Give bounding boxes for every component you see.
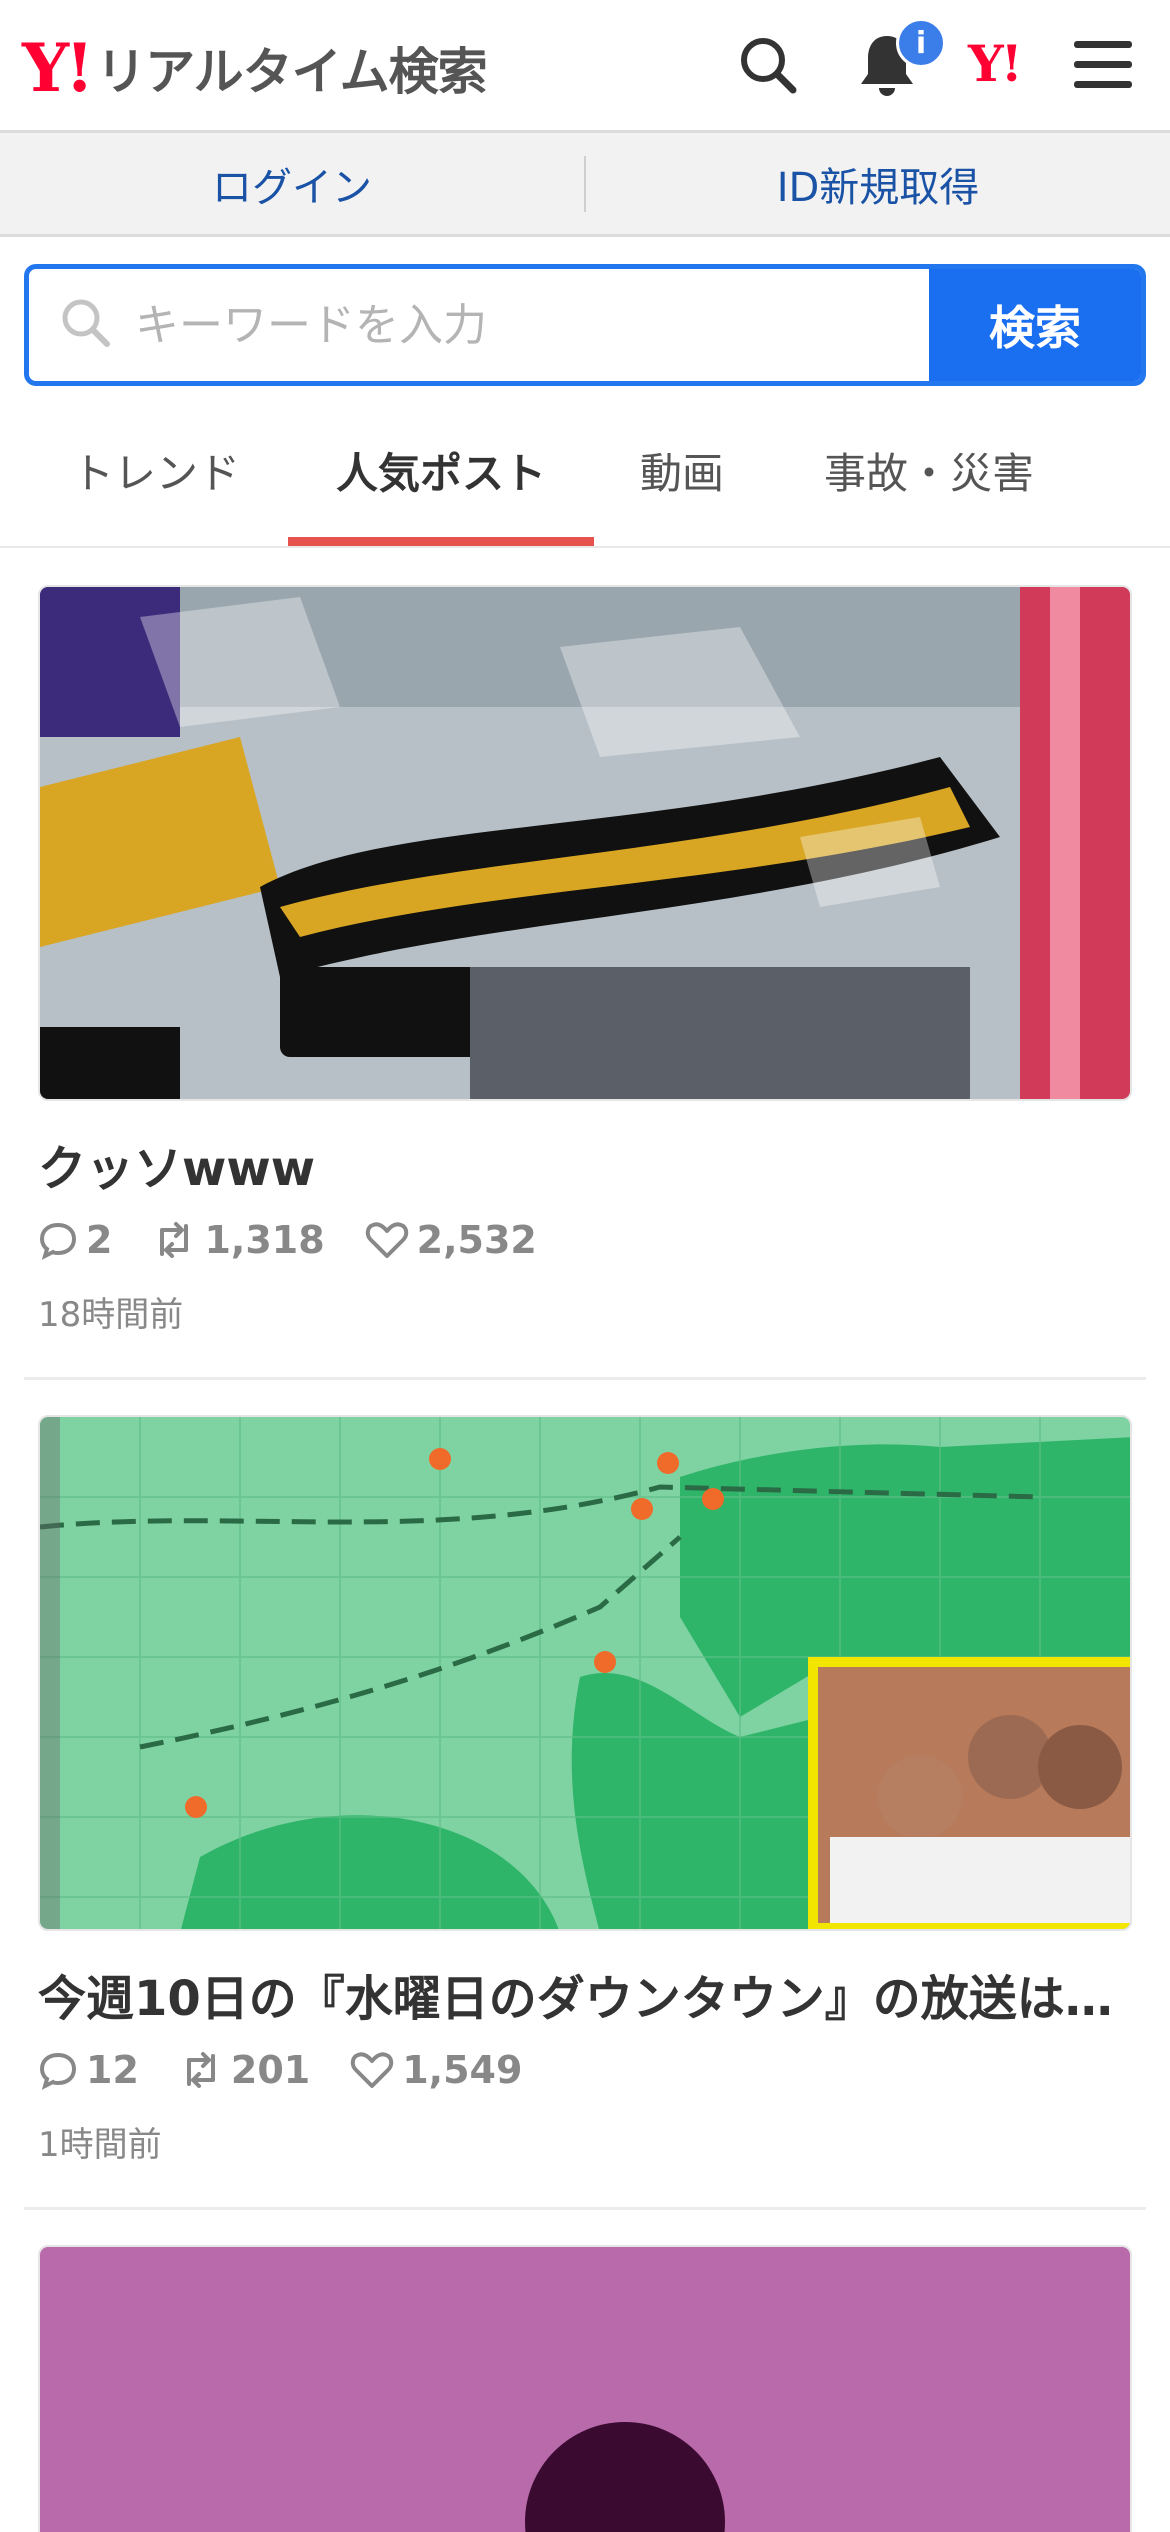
card-divider [24, 2207, 1146, 2210]
search-field[interactable] [29, 269, 929, 381]
register-link[interactable]: ID新規取得 [586, 155, 1170, 213]
yahoo-realtime-logo[interactable]: Y! リアルタイム検索 [22, 28, 488, 108]
post-timestamp: 1時間前 [38, 2125, 162, 2165]
post-card[interactable]: 今週10日の『水曜日のダウンタウン』の放送は… 12 201 1,549 1時間… [24, 1415, 1146, 2210]
repost-stat[interactable]: 1,318 [152, 1218, 325, 1262]
login-link[interactable]: ログイン [0, 155, 584, 213]
post-image[interactable] [38, 585, 1132, 1101]
repost-stat[interactable]: 201 [179, 2048, 310, 2092]
post-stats: 2 1,318 2,532 [38, 1218, 577, 1262]
post-title[interactable]: クッソwww [38, 1129, 1132, 1199]
post-title[interactable]: 今週10日の『水曜日のダウンタウン』の放送は… [38, 1959, 1132, 2029]
yahoo-top-link[interactable]: Y! [968, 34, 1023, 93]
tab-popular-posts[interactable]: 人気ポスト [336, 440, 546, 548]
category-tabs: トレンド 人気ポスト 動画 事故・災害 [0, 400, 1170, 548]
search-box: 検索 [24, 264, 1146, 386]
like-stat[interactable]: 2,532 [365, 1218, 537, 1262]
repost-count: 1,318 [204, 1218, 325, 1262]
heart-icon [365, 1222, 408, 1258]
login-bar: ログイン ID新規取得 [0, 133, 1170, 237]
post-image[interactable] [38, 2245, 1132, 2532]
card-divider [24, 1377, 1146, 1380]
repost-icon [160, 1222, 189, 1258]
like-count: 1,549 [402, 2048, 523, 2092]
search-input[interactable] [135, 299, 835, 351]
reply-icon [39, 1222, 77, 1260]
tab-trend[interactable]: トレンド [72, 440, 240, 548]
search-icon[interactable] [733, 30, 803, 100]
reply-icon [39, 2052, 77, 2090]
reply-stat[interactable]: 2 [38, 1218, 112, 1262]
tab-video[interactable]: 動画 [640, 440, 724, 548]
reply-stat[interactable]: 12 [38, 2048, 139, 2092]
post-image[interactable] [38, 1415, 1132, 1931]
post-stats: 12 201 1,549 [38, 2048, 562, 2092]
yahoo-logo-mark: Y! [22, 29, 94, 107]
post-card[interactable] [24, 2245, 1146, 2532]
heart-icon [351, 2052, 394, 2088]
app-header: Y! リアルタイム検索 i Y! [0, 0, 1170, 133]
like-stat[interactable]: 1,549 [350, 2048, 522, 2092]
search-button[interactable]: 検索 [929, 269, 1141, 381]
like-count: 2,532 [416, 1218, 537, 1262]
tab-accident-disaster[interactable]: 事故・災害 [824, 440, 1034, 548]
logo-text: リアルタイム検索 [96, 43, 487, 101]
reply-count: 12 [86, 2048, 139, 2092]
reply-count: 2 [86, 1218, 113, 1262]
notification-badge[interactable]: i [896, 18, 946, 68]
post-card[interactable]: クッソwww 2 1,318 2,532 18時間前 [24, 585, 1146, 1380]
repost-icon [186, 2052, 215, 2088]
repost-count: 201 [230, 2048, 311, 2092]
search-field-icon [59, 296, 113, 354]
menu-icon[interactable] [1068, 30, 1138, 100]
active-tab-indicator [288, 537, 594, 546]
post-timestamp: 18時間前 [38, 1295, 184, 1335]
